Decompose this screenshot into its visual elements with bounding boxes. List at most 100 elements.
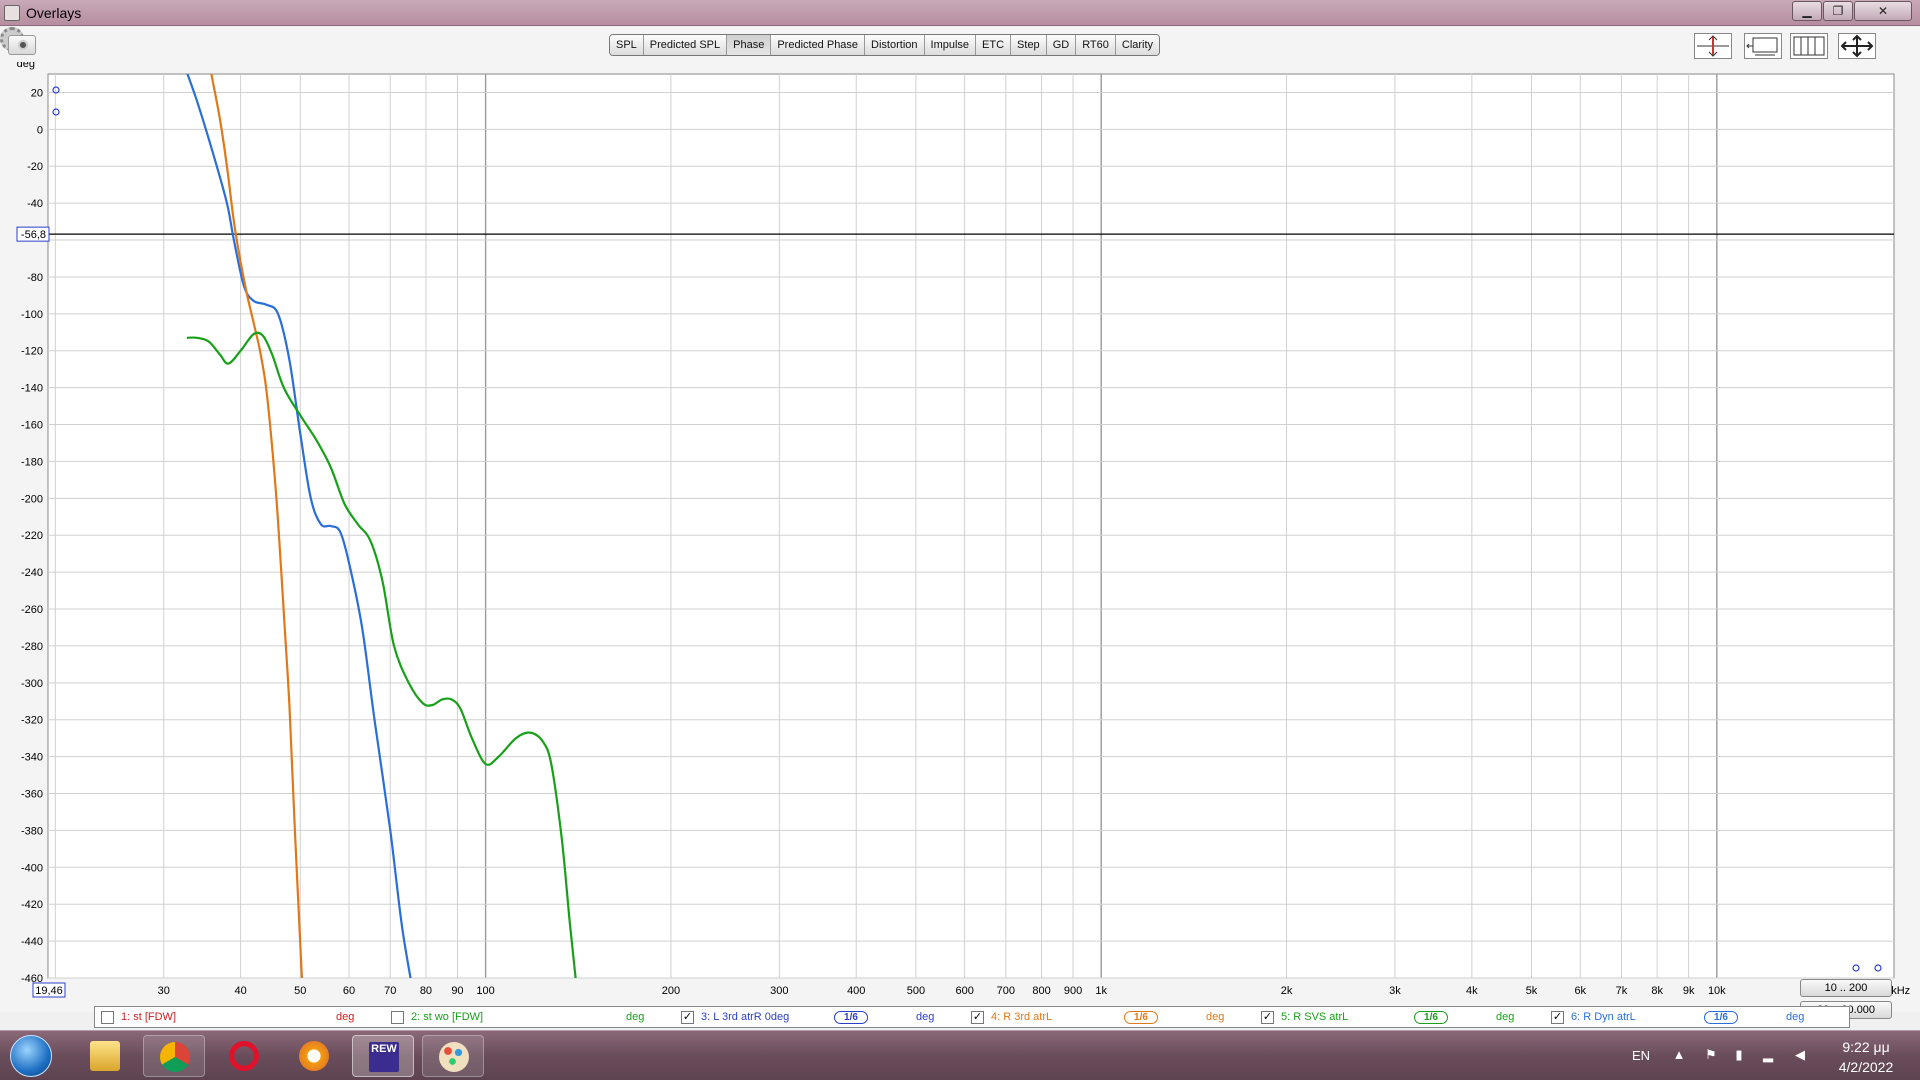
legend-unit: deg — [1786, 1011, 1805, 1023]
y-tick-label: -280 — [21, 641, 43, 653]
y-tick-label: -80 — [27, 272, 43, 284]
y-tick-label: -360 — [21, 789, 43, 801]
tab-gd[interactable]: GD — [1046, 35, 1077, 55]
graph-tabs: SPL Predicted SPL Phase Predicted Phase Dist… — [609, 34, 1161, 56]
legend-item-4: 4: R 3rd atrL 1/6 deg — [971, 1010, 1251, 1026]
y-tick-label: -420 — [21, 899, 43, 911]
y-tick-label: -440 — [21, 936, 43, 948]
minimize-button[interactable]: ▁ — [1792, 1, 1822, 21]
x-tick-label: 10k — [1708, 985, 1726, 997]
legend-label: 4: R 3rd atrL — [991, 1011, 1053, 1023]
x-tick-label: 800 — [1032, 985, 1050, 997]
camera-icon — [18, 40, 28, 50]
y-tick-label: -180 — [21, 456, 43, 468]
x-tick-label: 9k — [1683, 985, 1695, 997]
legend-checkbox-4[interactable] — [971, 1011, 984, 1024]
smoothing-badge[interactable]: 1/6 — [1704, 1011, 1738, 1024]
rew-icon: REW — [369, 1042, 399, 1072]
x-tick-label: 4k — [1466, 985, 1478, 997]
fit-view-icon[interactable] — [1744, 33, 1782, 59]
taskbar-chrome[interactable] — [143, 1035, 205, 1077]
clock-time[interactable]: 9:22 μμ — [1836, 1039, 1896, 1055]
trace-legend: 1: st [FDW]deg2: st wo [FDW]deg3: L 3rd … — [94, 1006, 1850, 1028]
taskbar-opera[interactable] — [213, 1035, 275, 1077]
tab-spl[interactable]: SPL — [610, 35, 644, 55]
y-tick-label: -160 — [21, 420, 43, 432]
y-tick-label: 20 — [31, 87, 43, 99]
smoothing-badge[interactable]: 1/6 — [1124, 1011, 1158, 1024]
y-tick-label: -40 — [27, 198, 43, 210]
y-tick-label: -220 — [21, 530, 43, 542]
legend-checkbox-5[interactable] — [1261, 1011, 1274, 1024]
tray-expand-icon[interactable]: ▲ — [1672, 1048, 1686, 1062]
smoothing-badge[interactable]: 1/6 — [834, 1011, 868, 1024]
tab-distortion[interactable]: Distortion — [865, 35, 925, 55]
y-tick-label: -140 — [21, 383, 43, 395]
x-tick-label: 200 — [662, 985, 680, 997]
x-tick-label: 6k — [1574, 985, 1586, 997]
legend-label: 5: R SVS atrL — [1281, 1011, 1349, 1023]
y-tick-label: -300 — [21, 678, 43, 690]
close-button[interactable]: ✕ — [1854, 1, 1912, 21]
legend-unit: deg — [1496, 1011, 1515, 1023]
maximize-button[interactable]: ❐ — [1823, 1, 1853, 21]
tab-clarity[interactable]: Clarity — [1115, 35, 1160, 55]
tab-etc[interactable]: ETC — [976, 35, 1012, 55]
smoothing-badge[interactable]: 1/6 — [1414, 1011, 1448, 1024]
y-axis-label: deg — [17, 62, 35, 70]
x-tick-label: 60 — [343, 985, 355, 997]
taskbar-paint[interactable] — [422, 1035, 484, 1077]
cursor-value-label: -56,8 — [21, 229, 46, 241]
volume-icon[interactable]: ◀ — [1793, 1048, 1807, 1062]
legend-checkbox-6[interactable] — [1551, 1011, 1564, 1024]
legend-label: 6: R Dyn atrL — [1571, 1011, 1636, 1023]
tab-impulse[interactable]: Impulse — [924, 35, 977, 55]
language-indicator[interactable]: EN — [1632, 1048, 1650, 1063]
tab-phase[interactable]: Phase — [727, 35, 772, 55]
legend-checkbox-3[interactable] — [681, 1011, 694, 1024]
legend-item-3: 3: L 3rd atrR 0deg 1/6 deg — [681, 1010, 961, 1026]
folder-icon — [90, 1041, 120, 1071]
tab-predicted-spl[interactable]: Predicted SPL — [643, 35, 728, 55]
chrome-icon — [160, 1042, 190, 1072]
phase-chart-area: 20 0 -20 -40 -80 -100 -120 -140 -160 -180 -200 -220… — [0, 62, 1920, 1019]
x-tick-label: 80 — [420, 985, 432, 997]
taskbar: REW EN ▲ ⚑ ▮ ▂ ◀ 9:22 μμ 4/2/2022 — [0, 1030, 1920, 1080]
x-tick-label: 2k — [1281, 985, 1293, 997]
x-tick-label: 7k — [1616, 985, 1628, 997]
start-button[interactable] — [10, 1035, 52, 1077]
x-tick-label: 3k — [1389, 985, 1401, 997]
tab-predicted-phase[interactable]: Predicted Phase — [771, 35, 866, 55]
x-tick-label: 600 — [955, 985, 973, 997]
app-icon — [4, 5, 20, 21]
clock-date[interactable]: 4/2/2022 — [1828, 1059, 1904, 1075]
y-tick-label: -200 — [21, 493, 43, 505]
x-tick-label: 30 — [158, 985, 170, 997]
legend-label: 2: st wo [FDW] — [411, 1011, 484, 1023]
browser-icon — [299, 1041, 329, 1071]
network-signal-icon[interactable]: ▂ — [1761, 1048, 1775, 1062]
battery-icon[interactable]: ▮ — [1732, 1048, 1746, 1062]
y-tick-label: -340 — [21, 752, 43, 764]
vertical-align-icon[interactable] — [1694, 33, 1732, 59]
legend-checkbox-2[interactable] — [391, 1011, 404, 1024]
taskbar-explorer[interactable] — [74, 1035, 136, 1077]
expand-arrows-icon[interactable] — [1838, 33, 1876, 59]
opera-icon — [229, 1041, 259, 1071]
y-tick-label: -380 — [21, 825, 43, 837]
taskbar-browser[interactable] — [283, 1035, 345, 1077]
legend-item-6: 6: R Dyn atrL 1/6 deg — [1551, 1010, 1831, 1026]
legend-item-5: 5: R SVS atrL 1/6 deg — [1261, 1010, 1541, 1026]
x-tick-label: 500 — [907, 985, 925, 997]
range-10-200-button[interactable]: 10 .. 200 — [1800, 979, 1892, 997]
phase-chart[interactable]: 200-20-40-80-100-120-140-160-180-200-220… — [0, 62, 1920, 1012]
capture-button[interactable] — [8, 35, 36, 55]
y-tick-label: -400 — [21, 862, 43, 874]
x-tick-label: 90 — [451, 985, 463, 997]
tab-rt60[interactable]: RT60 — [1076, 35, 1116, 55]
legend-checkbox-1[interactable] — [101, 1011, 114, 1024]
grid-lines-icon[interactable] — [1790, 33, 1828, 59]
taskbar-rew[interactable]: REW — [352, 1035, 414, 1077]
tab-step[interactable]: Step — [1011, 35, 1047, 55]
action-center-flag-icon[interactable]: ⚑ — [1704, 1048, 1718, 1062]
